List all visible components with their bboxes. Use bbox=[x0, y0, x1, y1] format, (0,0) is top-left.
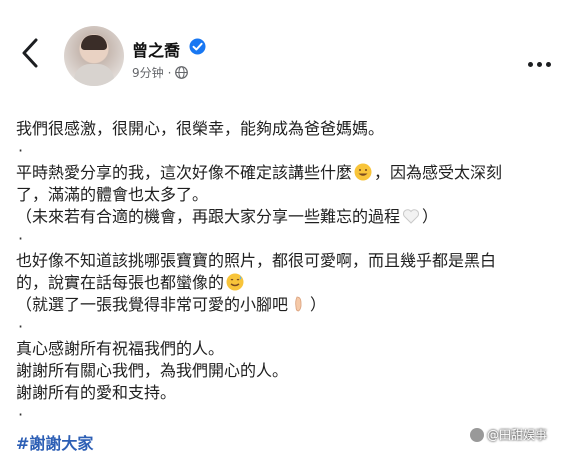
chevron-left-icon[interactable] bbox=[18, 36, 44, 70]
more-options-button[interactable] bbox=[528, 52, 558, 67]
separator-dot: · bbox=[18, 229, 24, 248]
separator-dot: · bbox=[18, 317, 24, 336]
verified-badge-icon bbox=[189, 38, 206, 55]
avatar[interactable] bbox=[64, 26, 124, 86]
grinning-sweat-emoji-icon bbox=[354, 163, 372, 181]
post-line-4: （未來若有合適的機會，再跟大家分享一些難忘的過程） bbox=[16, 207, 439, 226]
post-header: 曾之喬 9分钟 · bbox=[0, 0, 576, 92]
globe-icon bbox=[175, 66, 189, 79]
hashtag-link[interactable]: #謝謝大家 bbox=[16, 430, 93, 454]
separator-dot: · bbox=[18, 141, 24, 160]
post-time[interactable]: 9分钟 bbox=[132, 64, 164, 81]
white-heart-emoji-icon bbox=[403, 209, 419, 224]
post-line-7: （就選了一張我覺得非常可愛的小腳吧） bbox=[16, 295, 327, 314]
separator-dot: · bbox=[18, 405, 24, 424]
author-name[interactable]: 曾之喬 bbox=[132, 37, 180, 61]
post-line-2: 平時熱愛分享的我，這次好像不確定該講些什麼 ，因為感受太深刻 bbox=[16, 163, 503, 182]
post-line-3: 了，滿滿的體會也太多了。 bbox=[16, 185, 209, 204]
post-line-1: 我們很感激，很開心，很榮幸，能夠成為爸爸媽媽。 bbox=[16, 119, 385, 138]
post-line-5: 也好像不知道該挑哪張寶寶的照片，都很可愛啊，而且幾乎都是黑白 bbox=[16, 251, 497, 270]
foot-emoji-icon bbox=[295, 296, 302, 312]
sweat-smile-emoji-icon bbox=[226, 273, 244, 291]
post-line-8: 真心感謝所有祝福我們的人。 bbox=[16, 339, 225, 358]
post-meta: 9分钟 · bbox=[132, 64, 189, 81]
more-horizontal-icon bbox=[528, 62, 533, 67]
watermark: @田甜娱事 bbox=[470, 426, 547, 443]
post-line-6: 的，說實在話每張也都蠻像的 bbox=[16, 272, 246, 294]
post-line-9: 謝謝所有關心我們，為我們開心的人。 bbox=[16, 361, 289, 380]
post-line-10: 謝謝所有的愛和支持。 bbox=[16, 383, 177, 402]
watermark-logo-icon bbox=[470, 427, 484, 442]
